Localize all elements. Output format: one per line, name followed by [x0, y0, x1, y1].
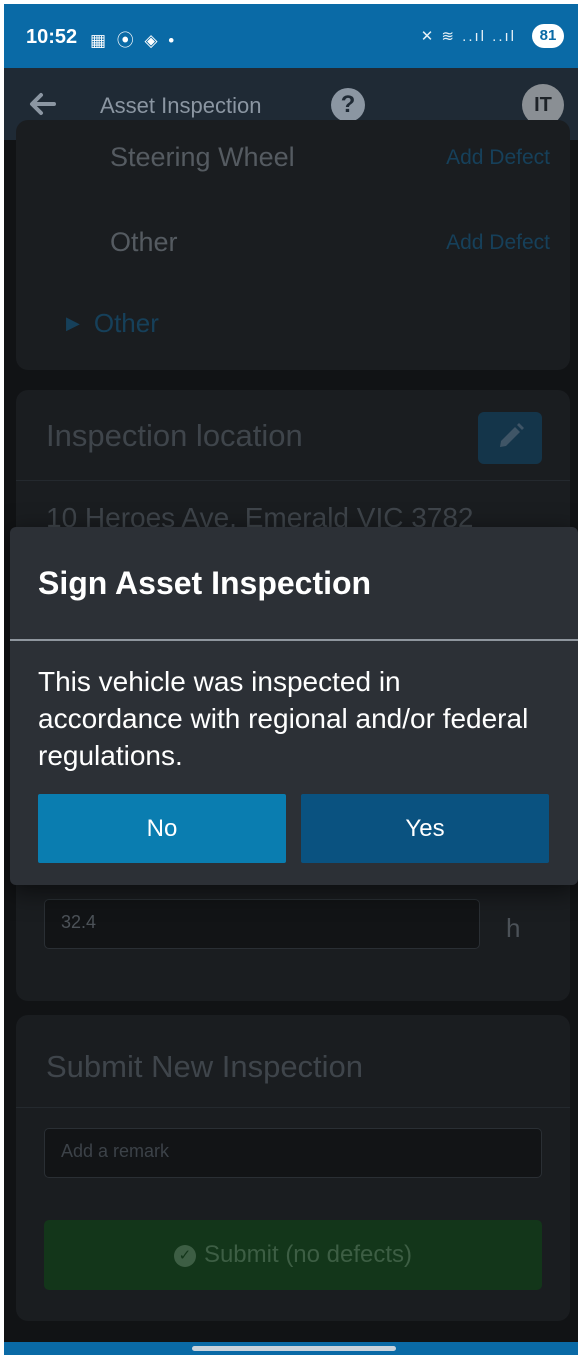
notification-icons: ▦ ⦿ ◈ • — [90, 31, 178, 50]
check-circle-icon: ✓ — [173, 1245, 196, 1267]
add-defect-link[interactable]: Add Defect — [446, 146, 550, 170]
yes-button[interactable]: Yes — [301, 794, 549, 863]
edit-location-button[interactable] — [478, 412, 542, 464]
status-bar: 10:52 ▦ ⦿ ◈ • ✕ ≋ ..ıl ..ıl 81 — [4, 4, 578, 68]
other-section-toggle[interactable]: ▶ Other — [66, 308, 159, 339]
defects-card: Steering Wheel Add Defect Other Add Defe… — [16, 120, 570, 370]
other-section-label: Other — [93, 308, 159, 338]
no-button[interactable]: No — [38, 794, 286, 863]
remark-input[interactable]: Add a remark — [44, 1128, 542, 1178]
help-icon[interactable]: ? — [331, 88, 365, 122]
submit-no-defects-button[interactable]: ✓ Submit (no defects) — [44, 1220, 542, 1290]
divider — [16, 480, 570, 481]
caret-right-icon: ▶ — [66, 313, 80, 333]
defect-label: Other — [110, 227, 178, 257]
dialog-divider — [10, 639, 578, 641]
home-indicator[interactable] — [192, 1346, 396, 1351]
device-screen: 10:52 ▦ ⦿ ◈ • ✕ ≋ ..ıl ..ıl 81 Asset Ins… — [4, 4, 578, 1355]
defect-label: Steering Wheel — [110, 142, 295, 172]
back-arrow-icon[interactable] — [24, 86, 60, 122]
navigation-bar — [4, 1342, 578, 1355]
signal-wifi-icons: ✕ ≋ ..ıl ..ıl — [420, 28, 516, 45]
page-title: Asset Inspection — [100, 93, 262, 118]
add-defect-link[interactable]: Add Defect — [446, 231, 550, 255]
dialog-title: Sign Asset Inspection — [38, 565, 372, 601]
hours-unit: h — [506, 913, 521, 943]
pencil-icon — [500, 423, 524, 447]
sign-inspection-dialog: Sign Asset Inspection This vehicle was i… — [10, 527, 578, 885]
status-time: 10:52 — [26, 26, 78, 48]
submit-button-label: Submit (no defects) — [203, 1241, 413, 1268]
submit-inspection-card: Submit New Inspection Add a remark ✓ Subm… — [16, 1015, 570, 1321]
hours-input[interactable]: 32.4 — [44, 899, 480, 949]
submit-heading: Submit New Inspection — [46, 1049, 364, 1084]
hours-card: 32.4 h — [16, 865, 570, 1001]
location-heading: Inspection location — [46, 418, 303, 453]
divider — [16, 1107, 570, 1108]
dialog-message: This vehicle was inspected in accordance… — [38, 666, 529, 771]
battery-icon: 81 — [532, 24, 564, 48]
